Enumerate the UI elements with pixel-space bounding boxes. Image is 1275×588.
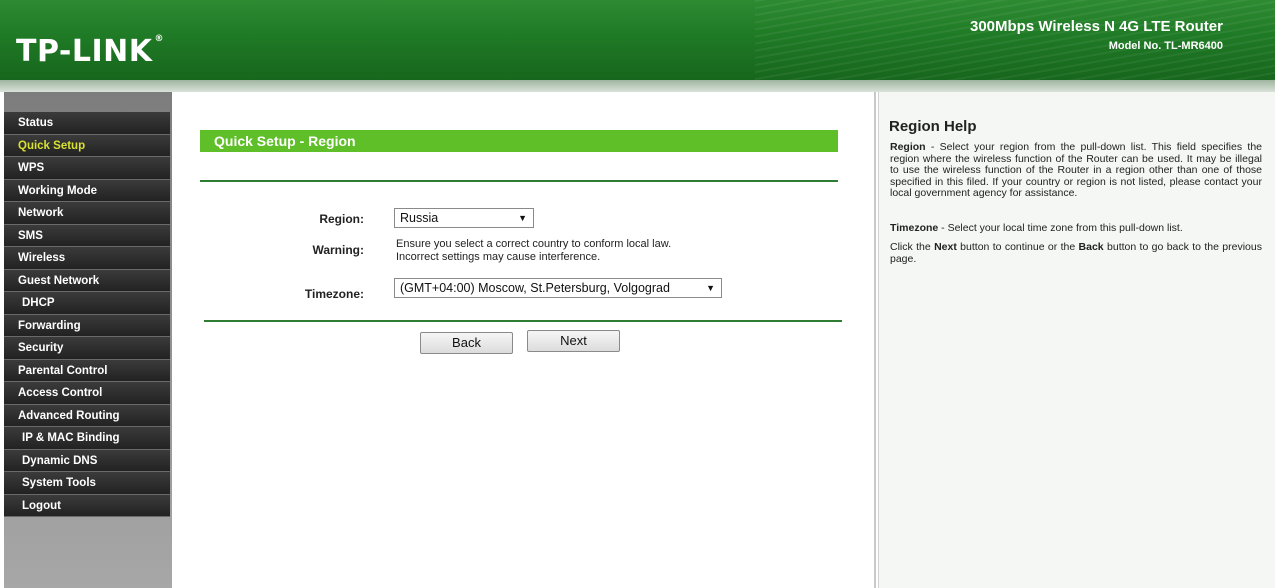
sidebar-item-status[interactable]: Status [4,112,170,135]
region-label: Region: [319,212,364,226]
region-select[interactable]: Russia ▼ [394,208,534,228]
sidebar-item-network[interactable]: Network [4,202,170,225]
help-nav-next-term: Next [934,241,957,253]
bottom-separator [204,320,842,322]
header-banner: TP-LINK ® 300Mbps Wireless N 4G LTE Route… [0,0,1275,80]
help-navigation-paragraph: Click the Next button to continue or the… [890,241,1262,265]
help-region-term: Region [890,141,926,153]
top-separator [200,180,838,182]
sidebar-item-working-mode[interactable]: Working Mode [4,179,170,202]
warning-line-2: Incorrect settings may cause interferenc… [396,251,601,263]
next-button[interactable]: Next [527,330,620,352]
sidebar-item-security[interactable]: Security [4,337,170,360]
sidebar-item-system-tools[interactable]: System Tools [4,472,170,495]
tp-link-logo: TP-LINK ® [16,34,164,69]
help-timezone-text: - Select your local time zone from this … [938,222,1183,234]
dropdown-arrow-icon: ▼ [518,213,527,223]
timezone-select-value: (GMT+04:00) Moscow, St.Petersburg, Volgo… [400,281,670,295]
sidebar-item-wps[interactable]: WPS [4,157,170,180]
header-divider [0,80,1275,92]
sidebar-item-dhcp[interactable]: DHCP [4,292,170,315]
help-nav-mid: button to continue or the [956,241,1079,253]
product-name: 300Mbps Wireless N 4G LTE Router [970,18,1223,35]
help-panel: Region Help Region - Select your region … [878,92,1275,588]
help-nav-back-term: Back [1078,241,1104,253]
sidebar-item-logout[interactable]: Logout [4,494,170,517]
help-timezone-term: Timezone [890,222,939,234]
logo-registered-mark: ® [154,34,165,44]
dropdown-arrow-icon: ▼ [706,283,715,293]
sidebar-item-wireless[interactable]: Wireless [4,247,170,270]
sidebar-item-access-control[interactable]: Access Control [4,382,170,405]
sidebar-item-quick-setup[interactable]: Quick Setup [4,134,170,157]
warning-text: Ensure you select a correct country to c… [396,238,796,264]
sidebar-item-ip-mac-binding[interactable]: IP & MAC Binding [4,427,170,450]
sidebar-item-parental-control[interactable]: Parental Control [4,359,170,382]
sidebar-item-dynamic-dns[interactable]: Dynamic DNS [4,449,170,472]
help-region-paragraph: Region - Select your region from the pul… [890,141,1262,200]
sidebar-item-forwarding[interactable]: Forwarding [4,314,170,337]
page-title: Quick Setup - Region [200,130,838,152]
sidebar-item-sms[interactable]: SMS [4,224,170,247]
region-select-value: Russia [400,211,439,225]
warning-label: Warning: [312,243,364,257]
back-button[interactable]: Back [420,332,513,354]
main-content: Quick Setup - Region Region: Russia ▼ Wa… [172,92,876,588]
help-timezone-paragraph: Timezone - Select your local time zone f… [890,222,1262,235]
warning-line-1: Ensure you select a correct country to c… [396,238,672,250]
help-title: Region Help [889,118,977,135]
model-number: Model No. TL-MR6400 [1108,40,1223,52]
help-region-text: - Select your region from the pull-down … [890,141,1262,199]
sidebar-item-guest-network[interactable]: Guest Network [4,269,170,292]
timezone-label: Timezone: [304,287,364,301]
sidebar-menu: Status Quick Setup WPS Working Mode Netw… [4,92,172,588]
logo-text: TP-LINK [16,34,153,69]
sidebar-item-advanced-routing[interactable]: Advanced Routing [4,404,170,427]
timezone-select[interactable]: (GMT+04:00) Moscow, St.Petersburg, Volgo… [394,278,722,298]
help-nav-pre: Click the [890,241,935,253]
